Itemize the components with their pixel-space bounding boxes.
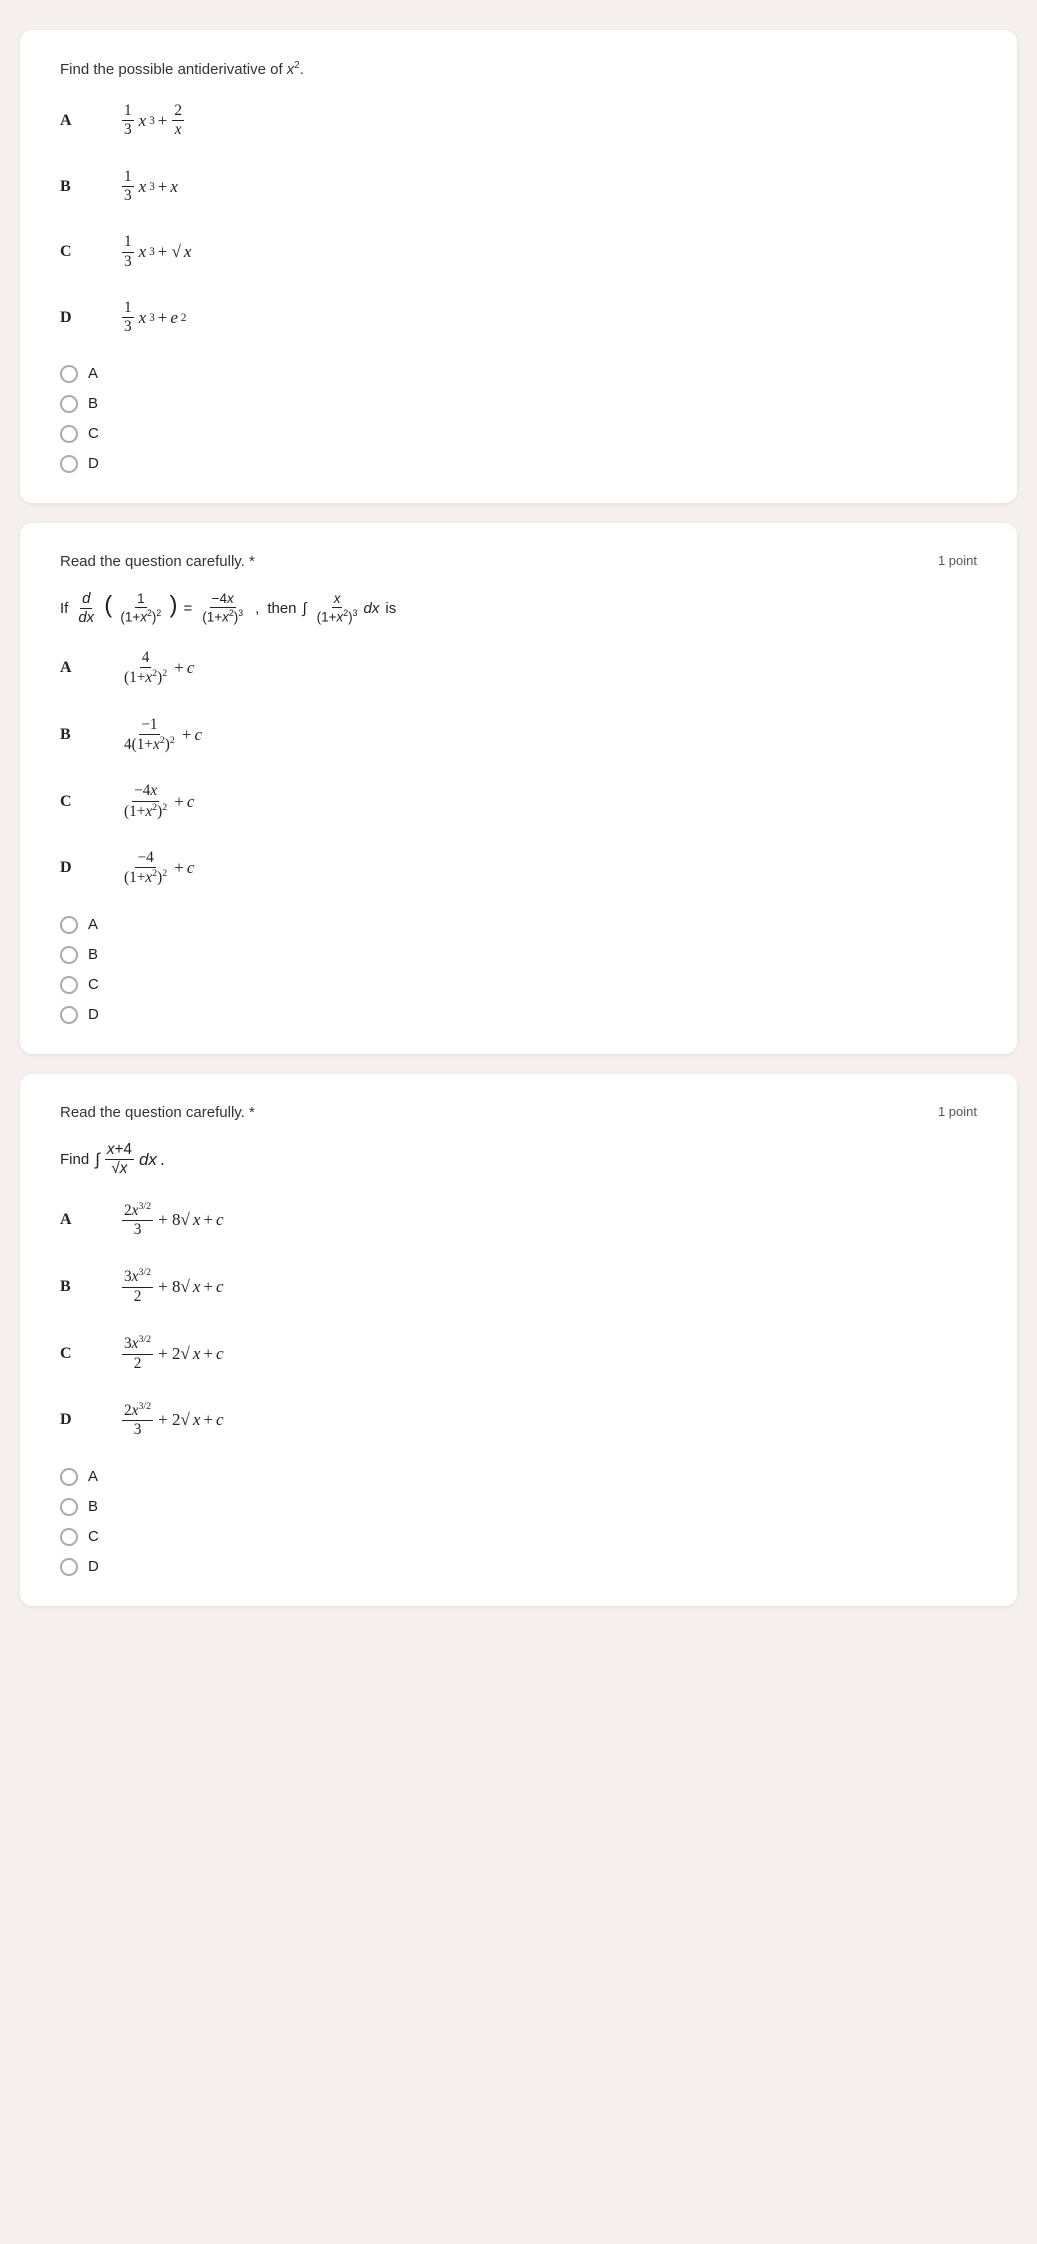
q3-choice-row-C: C 3x3/2 2 + 2√x + c <box>60 1334 977 1373</box>
choice-math-A: 13 x3 + 2x <box>120 102 186 140</box>
question3-header: Read the question carefully. * 1 point <box>60 1104 977 1121</box>
choice-math-D: 13 x3 + e2 <box>120 299 186 337</box>
radio-A[interactable] <box>60 365 78 383</box>
q2-choice-math-A: 4 (1+x2)2 + c <box>120 649 194 688</box>
q3-radio-label-C: C <box>88 1528 99 1545</box>
radio-row-A[interactable]: A <box>60 365 977 383</box>
q2-choice-label-A: A <box>60 659 90 677</box>
q2-choice-math-B: −1 4(1+x2)2 + c <box>120 716 202 755</box>
q2-choice-row-A: A 4 (1+x2)2 + c <box>60 649 977 688</box>
q3-radio-B[interactable] <box>60 1498 78 1516</box>
q2-choice-row-B: B −1 4(1+x2)2 + c <box>60 716 977 755</box>
q3-radio-label-A: A <box>88 1468 98 1485</box>
radio-group-q3: A B C D <box>60 1468 977 1576</box>
q2-radio-row-C[interactable]: C <box>60 976 977 994</box>
q2-radio-label-A: A <box>88 916 98 933</box>
question3-expr: Find ∫ x+4 √x dx. <box>60 1141 977 1179</box>
radio-label-C: C <box>88 425 99 442</box>
q3-radio-label-D: D <box>88 1558 99 1575</box>
q3-radio-label-B: B <box>88 1498 98 1515</box>
q2-choice-label-C: C <box>60 793 90 811</box>
q3-choice-row-A: A 2x3/2 3 + 8√x + c <box>60 1201 977 1240</box>
question2-header: Read the question carefully. * 1 point <box>60 553 977 570</box>
choice-label-A: A <box>60 112 90 130</box>
q2-radio-A[interactable] <box>60 916 78 934</box>
q3-choice-label-A: A <box>60 1211 90 1229</box>
if-lhs: d dx ( 1 (1+x2)2 ) = −4x (1+x2)3 , <box>74 590 396 627</box>
radio-row-C[interactable]: C <box>60 425 977 443</box>
q3-integral: ∫ x+4 √x dx. <box>95 1141 164 1179</box>
radio-group-q1: A B C D <box>60 365 977 473</box>
q2-choice-row-D: D −4 (1+x2)2 + c <box>60 849 977 888</box>
choice-row-C: C 13 x3 + √x <box>60 233 977 271</box>
question3-card: Read the question carefully. * 1 point F… <box>20 1074 1017 1606</box>
q3-choice-label-C: C <box>60 1345 90 1363</box>
q2-choice-label-B: B <box>60 726 90 744</box>
question2-points: 1 point <box>938 553 977 568</box>
question2-if-expr: If d dx ( 1 (1+x2)2 ) = −4x (1+x2) <box>60 590 977 627</box>
choice-row-D: D 13 x3 + e2 <box>60 299 977 337</box>
q3-radio-row-A[interactable]: A <box>60 1468 977 1486</box>
q2-radio-label-C: C <box>88 976 99 993</box>
find-label: Find <box>60 1151 89 1168</box>
choice-row-B: B 13 x3 + x <box>60 168 977 206</box>
q3-choice-label-B: B <box>60 1278 90 1296</box>
radio-label-D: D <box>88 455 99 472</box>
q3-radio-row-B[interactable]: B <box>60 1498 977 1516</box>
q2-radio-row-D[interactable]: D <box>60 1006 977 1024</box>
q3-choice-math-C: 3x3/2 2 + 2√x + c <box>120 1334 224 1373</box>
q2-radio-row-A[interactable]: A <box>60 916 977 934</box>
q3-choice-row-B: B 3x3/2 2 + 8√x + c <box>60 1267 977 1306</box>
question3-title: Read the question carefully. * <box>60 1104 255 1121</box>
radio-group-q2: A B C D <box>60 916 977 1024</box>
q2-choice-math-D: −4 (1+x2)2 + c <box>120 849 194 888</box>
question3-points: 1 point <box>938 1104 977 1119</box>
q3-radio-row-D[interactable]: D <box>60 1558 977 1576</box>
radio-row-D[interactable]: D <box>60 455 977 473</box>
choice-label-D: D <box>60 309 90 327</box>
q3-choice-row-D: D 2x3/2 3 + 2√x + c <box>60 1401 977 1440</box>
radio-row-B[interactable]: B <box>60 395 977 413</box>
choice-row-A: A 13 x3 + 2x <box>60 102 977 140</box>
page-container: Find the possible antiderivative of x2. … <box>0 0 1037 1636</box>
radio-label-A: A <box>88 365 98 382</box>
q3-choice-math-D: 2x3/2 3 + 2√x + c <box>120 1401 224 1440</box>
q2-radio-label-B: B <box>88 946 98 963</box>
radio-C[interactable] <box>60 425 78 443</box>
choice-math-B: 13 x3 + x <box>120 168 178 206</box>
choice-label-C: C <box>60 243 90 261</box>
q2-choice-label-D: D <box>60 859 90 877</box>
radio-D[interactable] <box>60 455 78 473</box>
q3-choice-label-D: D <box>60 1411 90 1429</box>
question1-title: Find the possible antiderivative of x2. <box>60 60 977 78</box>
q2-choice-row-C: C −4x (1+x2)2 + c <box>60 782 977 821</box>
q2-choice-math-C: −4x (1+x2)2 + c <box>120 782 194 821</box>
question2-title: Read the question carefully. * <box>60 553 255 570</box>
radio-B[interactable] <box>60 395 78 413</box>
q2-radio-C[interactable] <box>60 976 78 994</box>
if-label: If <box>60 600 68 617</box>
q3-radio-row-C[interactable]: C <box>60 1528 977 1546</box>
q3-radio-C[interactable] <box>60 1528 78 1546</box>
choice-label-B: B <box>60 178 90 196</box>
q2-radio-row-B[interactable]: B <box>60 946 977 964</box>
q3-radio-A[interactable] <box>60 1468 78 1486</box>
question2-card: Read the question carefully. * 1 point I… <box>20 523 1017 1054</box>
q2-radio-B[interactable] <box>60 946 78 964</box>
radio-label-B: B <box>88 395 98 412</box>
q3-choice-math-A: 2x3/2 3 + 8√x + c <box>120 1201 224 1240</box>
q3-radio-D[interactable] <box>60 1558 78 1576</box>
choice-math-C: 13 x3 + √x <box>120 233 191 271</box>
q3-choice-math-B: 3x3/2 2 + 8√x + c <box>120 1267 224 1306</box>
q2-radio-label-D: D <box>88 1006 99 1023</box>
question1-card: Find the possible antiderivative of x2. … <box>20 30 1017 503</box>
q2-radio-D[interactable] <box>60 1006 78 1024</box>
